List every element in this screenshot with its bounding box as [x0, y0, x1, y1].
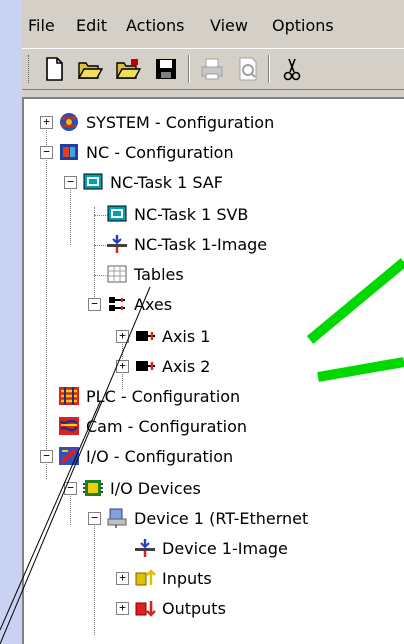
- io-config-icon: [58, 445, 80, 467]
- task-icon: [106, 203, 128, 225]
- collapse-icon[interactable]: −: [40, 449, 53, 463]
- axis-icon: [134, 355, 156, 377]
- collapse-icon[interactable]: −: [64, 481, 77, 495]
- open-icon[interactable]: [76, 55, 104, 83]
- tree-item-axis-1[interactable]: + Axis 1: [116, 321, 210, 351]
- menu-file[interactable]: File: [28, 16, 55, 35]
- tree-item-label: NC-Task 1 SAF: [110, 172, 223, 192]
- tree-item-io[interactable]: − I/O - Configuration: [40, 441, 233, 471]
- cam-config-icon: [58, 415, 80, 437]
- tree-item-inputs[interactable]: + Inputs: [116, 563, 212, 593]
- tree-line: [94, 515, 95, 635]
- menu-bar: File Edit Actions View Options: [22, 14, 404, 40]
- expand-icon[interactable]: +: [116, 601, 129, 615]
- tree-item-tables[interactable]: Tables: [106, 259, 184, 289]
- tree-item-label: I/O - Configuration: [86, 446, 234, 466]
- tree-item-axis-2[interactable]: + Axis 2: [116, 351, 210, 381]
- toolbar: [22, 48, 404, 90]
- expand-icon[interactable]: +: [116, 571, 129, 585]
- tree-item-label: Cam - Configuration: [86, 416, 248, 436]
- print-icon[interactable]: [198, 55, 226, 83]
- table-icon: [106, 263, 128, 285]
- system-config-icon: [58, 111, 80, 133]
- tree-item-label: Device 1-Image: [162, 538, 288, 558]
- application-window: File Edit Actions View Options + SYSTEM …: [22, 0, 404, 644]
- tree-item-label: Axis 2: [162, 356, 211, 376]
- plc-config-icon: [58, 385, 80, 407]
- tree-item-outputs[interactable]: + Outputs: [116, 593, 226, 623]
- toolbar-separator-2: [268, 55, 270, 83]
- image-icon: [134, 537, 156, 559]
- expand-icon[interactable]: +: [116, 329, 129, 343]
- new-icon[interactable]: [40, 55, 68, 83]
- tree-item-label: Axis 1: [162, 326, 211, 346]
- device-icon: [106, 507, 128, 529]
- tree-item-nc[interactable]: − NC - Configuration: [40, 137, 234, 167]
- tree-item-nc-task-svb[interactable]: NC-Task 1 SVB: [106, 199, 248, 229]
- tree-item-label: PLC - Configuration: [86, 386, 241, 406]
- image-icon: [106, 233, 128, 255]
- toolbar-grip[interactable]: [28, 55, 31, 83]
- tree-item-device-1-image[interactable]: Device 1-Image: [134, 533, 288, 563]
- tree-item-label: Inputs: [162, 568, 212, 588]
- configuration-tree: + SYSTEM - Configuration − NC - Configur…: [22, 97, 404, 644]
- tree-item-label: NC - Configuration: [86, 142, 234, 162]
- menu-options[interactable]: Options: [272, 16, 334, 35]
- toolbar-separator: [188, 55, 190, 83]
- tree-item-axes[interactable]: − Axes: [88, 289, 172, 319]
- print-preview-icon[interactable]: [234, 55, 262, 83]
- collapse-icon[interactable]: −: [40, 145, 53, 159]
- cut-icon[interactable]: [278, 55, 306, 83]
- menu-actions[interactable]: Actions: [126, 16, 184, 35]
- expand-icon[interactable]: +: [116, 359, 129, 373]
- save-icon[interactable]: [152, 55, 180, 83]
- io-devices-icon: [82, 477, 104, 499]
- tree-line: [46, 121, 47, 479]
- tree-item-cam[interactable]: Cam - Configuration: [58, 411, 247, 441]
- collapse-icon[interactable]: −: [88, 511, 101, 525]
- tree-item-label: Outputs: [162, 598, 226, 618]
- tree-item-label: Device 1 (RT-Ethernet: [134, 508, 309, 528]
- menu-view[interactable]: View: [210, 16, 248, 35]
- tree-item-device-1[interactable]: − Device 1 (RT-Ethernet: [88, 503, 308, 533]
- axes-icon: [106, 293, 128, 315]
- tree-item-label: SYSTEM - Configuration: [86, 112, 275, 132]
- tree-item-label: I/O Devices: [110, 478, 201, 498]
- tree-item-system[interactable]: + SYSTEM - Configuration: [40, 107, 274, 137]
- menu-edit[interactable]: Edit: [76, 16, 107, 35]
- nc-config-icon: [58, 141, 80, 163]
- outputs-icon: [134, 597, 156, 619]
- tree-item-plc[interactable]: PLC - Configuration: [58, 381, 240, 411]
- tree-item-label: NC-Task 1 SVB: [134, 204, 249, 224]
- tree-item-label: Tables: [134, 264, 184, 284]
- open-project-icon[interactable]: [114, 55, 142, 83]
- tree-item-label: NC-Task 1-Image: [134, 234, 268, 254]
- tree-item-nc-task-image[interactable]: NC-Task 1-Image: [106, 229, 267, 259]
- collapse-icon[interactable]: −: [64, 175, 77, 189]
- axis-icon: [134, 325, 156, 347]
- inputs-icon: [134, 567, 156, 589]
- tree-item-nc-task[interactable]: − NC-Task 1 SAF: [64, 167, 223, 197]
- expand-icon[interactable]: +: [40, 115, 53, 129]
- tree-item-label: Axes: [134, 294, 173, 314]
- tree-item-io-devices[interactable]: − I/O Devices: [64, 473, 201, 503]
- collapse-icon[interactable]: −: [88, 297, 101, 311]
- task-icon: [82, 171, 104, 193]
